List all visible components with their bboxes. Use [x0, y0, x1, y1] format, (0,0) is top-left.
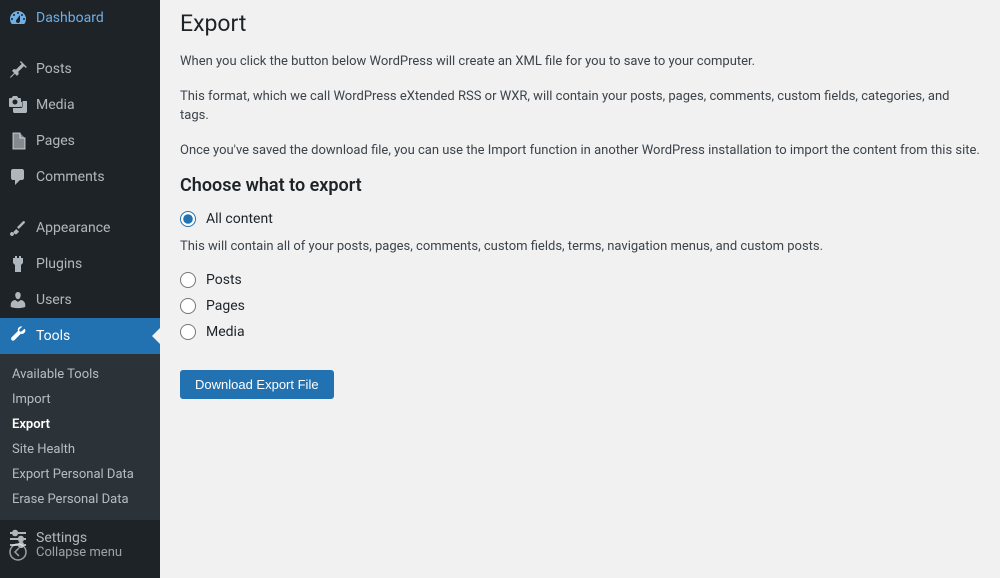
choose-heading: Choose what to export: [180, 175, 980, 196]
sidebar-item-tools[interactable]: Tools: [0, 318, 160, 354]
sidebar-item-label: Pages: [36, 133, 75, 149]
wrench-icon: [8, 326, 28, 346]
sidebar-item-label: Posts: [36, 61, 72, 77]
pin-icon: [8, 59, 28, 79]
collapse-menu[interactable]: Collapse menu: [0, 534, 160, 570]
sidebar-item-label: Appearance: [36, 220, 110, 236]
radio-posts[interactable]: [180, 272, 196, 288]
sidebar-item-label: Media: [36, 97, 75, 113]
tools-submenu: Available Tools Import Export Site Healt…: [0, 354, 160, 520]
all-content-description: This will contain all of your posts, pag…: [180, 237, 980, 257]
intro-paragraph-3: Once you've saved the download file, you…: [180, 141, 980, 161]
brush-icon: [8, 218, 28, 238]
sidebar-item-label: Tools: [36, 328, 70, 344]
radio-media[interactable]: [180, 324, 196, 340]
plugin-icon: [8, 254, 28, 274]
label-pages[interactable]: Pages: [206, 298, 245, 314]
sidebar-item-label: Dashboard: [36, 10, 104, 26]
sidebar-item-dashboard[interactable]: Dashboard: [0, 0, 160, 36]
label-media[interactable]: Media: [206, 324, 245, 340]
intro-paragraph-2: This format, which we call WordPress eXt…: [180, 87, 980, 126]
page-icon: [8, 131, 28, 151]
radio-pages[interactable]: [180, 298, 196, 314]
sidebar-item-label: Plugins: [36, 256, 82, 272]
admin-sidebar: Dashboard Posts Media Pages Comments App…: [0, 0, 160, 578]
submenu-item-import[interactable]: Import: [0, 387, 160, 412]
sidebar-item-comments[interactable]: Comments: [0, 159, 160, 195]
page-title: Export: [180, 10, 980, 37]
option-posts-row: Posts: [180, 272, 980, 288]
sidebar-item-label: Users: [36, 292, 72, 308]
sidebar-item-media[interactable]: Media: [0, 87, 160, 123]
sidebar-item-label: Comments: [36, 169, 105, 185]
main-content: Export When you click the button below W…: [160, 0, 1000, 578]
sidebar-item-posts[interactable]: Posts: [0, 51, 160, 87]
sidebar-item-plugins[interactable]: Plugins: [0, 246, 160, 282]
collapse-label: Collapse menu: [36, 545, 122, 560]
radio-all-content[interactable]: [180, 211, 196, 227]
label-posts[interactable]: Posts: [206, 272, 242, 288]
sidebar-item-appearance[interactable]: Appearance: [0, 210, 160, 246]
sidebar-item-pages[interactable]: Pages: [0, 123, 160, 159]
dashboard-icon: [8, 8, 28, 28]
option-all-content-row: All content: [180, 211, 980, 227]
submenu-item-export[interactable]: Export: [0, 412, 160, 437]
collapse-icon: [8, 542, 28, 562]
submenu-item-erase-personal-data[interactable]: Erase Personal Data: [0, 487, 160, 512]
submenu-item-available-tools[interactable]: Available Tools: [0, 362, 160, 387]
sidebar-item-users[interactable]: Users: [0, 282, 160, 318]
label-all-content[interactable]: All content: [206, 211, 273, 227]
submenu-item-site-health[interactable]: Site Health: [0, 437, 160, 462]
option-pages-row: Pages: [180, 298, 980, 314]
media-icon: [8, 95, 28, 115]
intro-paragraph-1: When you click the button below WordPres…: [180, 52, 980, 72]
user-icon: [8, 290, 28, 310]
submenu-item-export-personal-data[interactable]: Export Personal Data: [0, 462, 160, 487]
comment-icon: [8, 167, 28, 187]
option-media-row: Media: [180, 324, 980, 340]
download-export-button[interactable]: Download Export File: [180, 370, 334, 399]
